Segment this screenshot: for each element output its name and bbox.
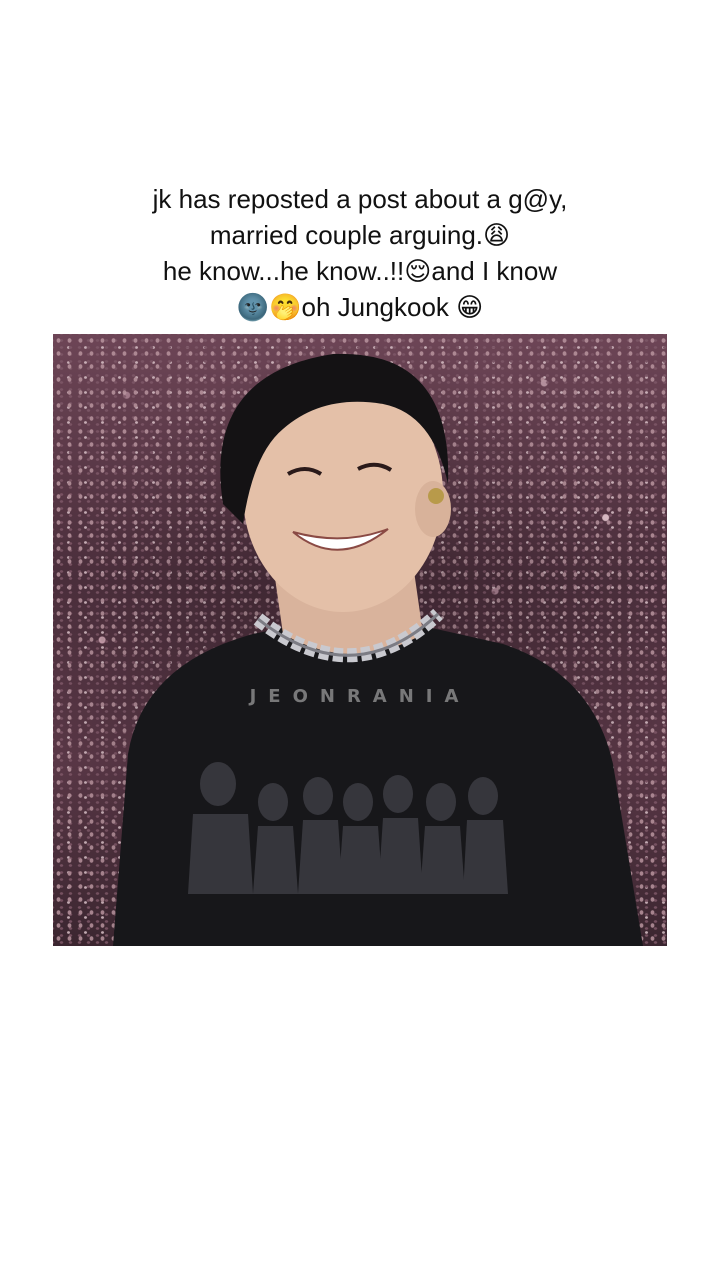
caption-line-4: 🌚🤭oh Jungkook 😁: [236, 292, 484, 322]
caption-line-1: jk has reposted a post about a g@y,: [152, 184, 568, 214]
post-photo[interactable]: JEONRANIA: [53, 334, 667, 946]
post-caption: jk has reposted a post about a g@y, marr…: [80, 181, 640, 325]
performer-figure: [113, 353, 643, 946]
caption-line-2: married couple arguing.😩: [209, 220, 511, 250]
caption-line-3: he know...he know..!!😌and I know: [162, 256, 558, 286]
photo-watermark: JEONRANIA: [249, 686, 471, 707]
